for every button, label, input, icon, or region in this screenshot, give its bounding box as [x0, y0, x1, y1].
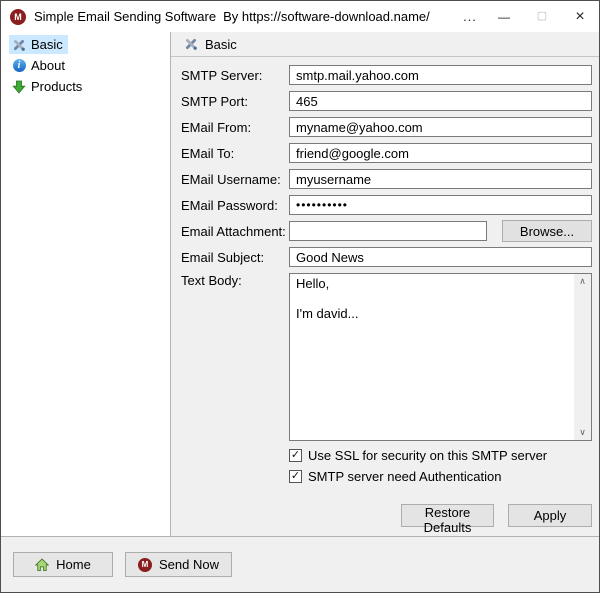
- restore-defaults-button[interactable]: Restore Defaults: [401, 504, 494, 535]
- form-row-email-from: EMail From:: [181, 117, 592, 137]
- browse-button[interactable]: Browse...: [502, 220, 592, 242]
- window-title-byline: By https://software-download.name/: [223, 9, 430, 24]
- auth-checkbox-label: SMTP server need Authentication: [308, 468, 502, 484]
- info-icon: i: [12, 59, 26, 73]
- email-from-input[interactable]: [289, 117, 592, 137]
- text-body-input[interactable]: Hello, I'm david...: [290, 274, 574, 440]
- ssl-checkbox-row[interactable]: ✓ Use SSL for security on this SMTP serv…: [289, 447, 592, 463]
- scroll-down-icon[interactable]: ∨: [579, 428, 586, 437]
- email-username-input[interactable]: [289, 169, 592, 189]
- form-row-text-body: Text Body: Hello, I'm david... ∧ ∨: [181, 273, 592, 441]
- field-label: EMail From:: [181, 119, 252, 135]
- apply-button[interactable]: Apply: [508, 504, 592, 527]
- field-label: EMail Password:: [181, 197, 278, 213]
- text-body-box: Hello, I'm david... ∧ ∨: [289, 273, 592, 441]
- email-attachment-input[interactable]: [289, 221, 487, 241]
- main-panel: Basic SMTP Server: SMTP Port: EMail From…: [171, 32, 599, 536]
- maximize-button[interactable]: ▢: [523, 1, 561, 32]
- app-icon: M: [10, 8, 26, 25]
- home-icon: [35, 557, 50, 572]
- minimize-button[interactable]: —: [485, 1, 523, 32]
- sidebar-item-label: Products: [31, 79, 83, 94]
- sidebar-item-products[interactable]: Products: [9, 77, 87, 96]
- title-overflow-icon[interactable]: ...: [455, 1, 485, 32]
- panel-title: Basic: [205, 36, 237, 52]
- sidebar-item-label: Basic: [31, 37, 63, 52]
- home-button-label: Home: [56, 557, 91, 572]
- form-row-email-subject: Email Subject:: [181, 247, 592, 267]
- email-to-input[interactable]: [289, 143, 592, 163]
- footer-bar: Home M Send Now: [1, 536, 599, 592]
- smtp-port-input[interactable]: [289, 91, 592, 111]
- form-row-smtp-port: SMTP Port:: [181, 91, 592, 111]
- panel-header: Basic: [171, 32, 599, 57]
- field-label: EMail Username:: [181, 171, 281, 187]
- home-button[interactable]: Home: [13, 552, 113, 577]
- auth-checkbox-row[interactable]: ✓ SMTP server need Authentication: [289, 468, 592, 484]
- tools-icon: [12, 38, 26, 52]
- auth-checkbox[interactable]: ✓: [289, 469, 302, 483]
- field-label: SMTP Server:: [181, 67, 263, 83]
- form-row-email-username: EMail Username:: [181, 169, 592, 189]
- field-label: Email Subject:: [181, 249, 265, 265]
- tools-icon: [184, 37, 198, 51]
- close-button[interactable]: ×: [561, 1, 599, 32]
- form-row-email-password: EMail Password:: [181, 195, 592, 215]
- text-body-scrollbar[interactable]: ∧ ∨: [574, 274, 591, 440]
- field-label: EMail To:: [181, 145, 235, 161]
- field-label: SMTP Port:: [181, 93, 248, 109]
- sidebar-item-basic[interactable]: Basic: [9, 35, 68, 54]
- form-row-email-to: EMail To:: [181, 143, 592, 163]
- smtp-server-input[interactable]: [289, 65, 592, 85]
- settings-form: SMTP Server: SMTP Port: EMail From: EMai…: [171, 57, 599, 535]
- window-title: Simple Email Sending Software: [34, 9, 217, 24]
- field-label: Email Attachment:: [181, 223, 286, 239]
- download-arrow-icon: [12, 80, 26, 94]
- ssl-checkbox[interactable]: ✓: [289, 448, 302, 462]
- send-now-button[interactable]: M Send Now: [125, 552, 232, 577]
- send-icon: M: [138, 557, 152, 572]
- ssl-checkbox-label: Use SSL for security on this SMTP server: [308, 447, 548, 463]
- sidebar-item-about[interactable]: i About: [9, 56, 70, 75]
- content-area: Basic i About Products Basic SMTP Server…: [1, 32, 599, 536]
- action-button-row: Restore Defaults Apply: [181, 504, 592, 535]
- title-bar: M Simple Email Sending Software By https…: [1, 1, 599, 32]
- close-icon: ×: [575, 7, 585, 25]
- sidebar-item-label: About: [31, 58, 65, 73]
- form-row-smtp-server: SMTP Server:: [181, 65, 592, 85]
- email-password-input[interactable]: [289, 195, 592, 215]
- form-row-email-attachment: Email Attachment: Browse...: [181, 220, 592, 242]
- email-subject-input[interactable]: [289, 247, 592, 267]
- sidebar: Basic i About Products: [1, 32, 171, 536]
- minimize-icon: —: [498, 9, 510, 24]
- maximize-icon: ▢: [536, 10, 548, 22]
- send-now-button-label: Send Now: [159, 557, 219, 572]
- scroll-up-icon[interactable]: ∧: [579, 277, 586, 286]
- app-window: { "window": { "title": "Simple Email Sen…: [0, 0, 600, 593]
- field-label: Text Body:: [181, 273, 242, 288]
